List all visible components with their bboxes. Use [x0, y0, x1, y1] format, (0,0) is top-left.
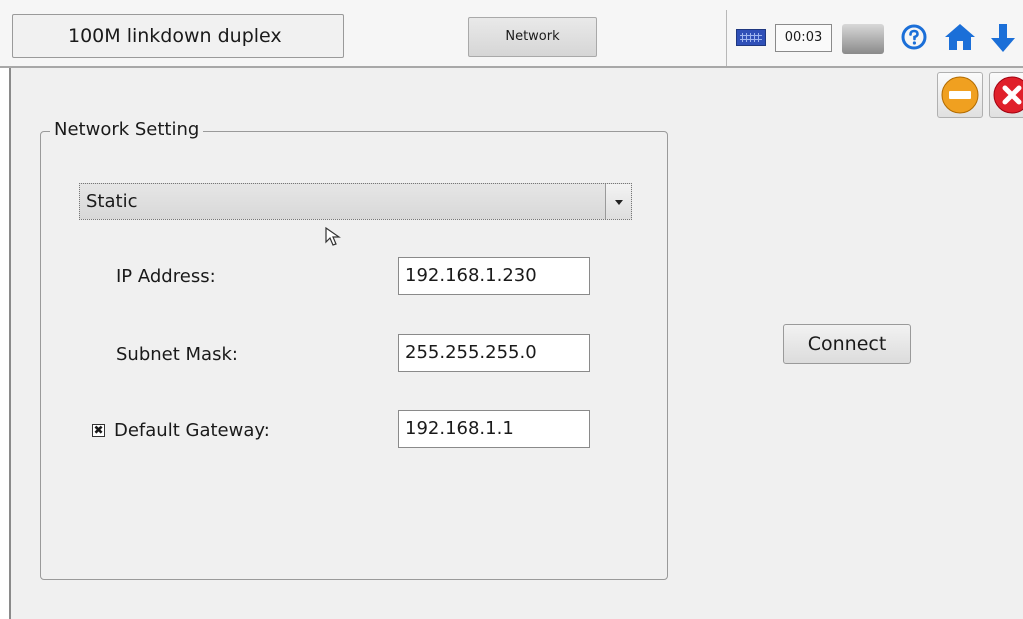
keyboard-icon[interactable] — [736, 29, 766, 46]
ip-mode-value: Static — [86, 191, 138, 212]
tab-network[interactable]: Network — [468, 17, 597, 57]
ip-mode-select[interactable]: Static — [79, 183, 632, 220]
default-gateway-checkbox[interactable]: ✖ — [92, 424, 105, 437]
home-icon[interactable] — [944, 22, 976, 52]
chevron-down-icon[interactable] — [605, 184, 631, 219]
minus-circle-icon — [941, 76, 979, 114]
group-title: Network Setting — [50, 118, 204, 142]
connect-button[interactable]: Connect — [783, 324, 911, 364]
link-status-display: 100M linkdown duplex — [12, 14, 344, 58]
ip-address-label: IP Address: — [116, 266, 216, 287]
subnet-mask-field[interactable]: 255.255.255.0 — [398, 334, 590, 372]
mouse-cursor-icon — [324, 226, 344, 248]
close-button[interactable] — [989, 72, 1023, 118]
subnet-mask-label: Subnet Mask: — [116, 344, 238, 365]
arrow-down-icon[interactable] — [988, 22, 1018, 54]
default-gateway-field[interactable]: 192.168.1.1 — [398, 410, 590, 448]
battery-icon — [842, 24, 884, 54]
minimize-button[interactable] — [937, 72, 983, 118]
ip-address-field[interactable]: 192.168.1.230 — [398, 257, 590, 295]
help-icon[interactable] — [901, 24, 927, 50]
default-gateway-label: Default Gateway: — [114, 420, 270, 441]
close-circle-icon — [993, 76, 1023, 114]
toolbar-divider — [726, 10, 727, 66]
timer-display: 00:03 — [775, 24, 832, 52]
